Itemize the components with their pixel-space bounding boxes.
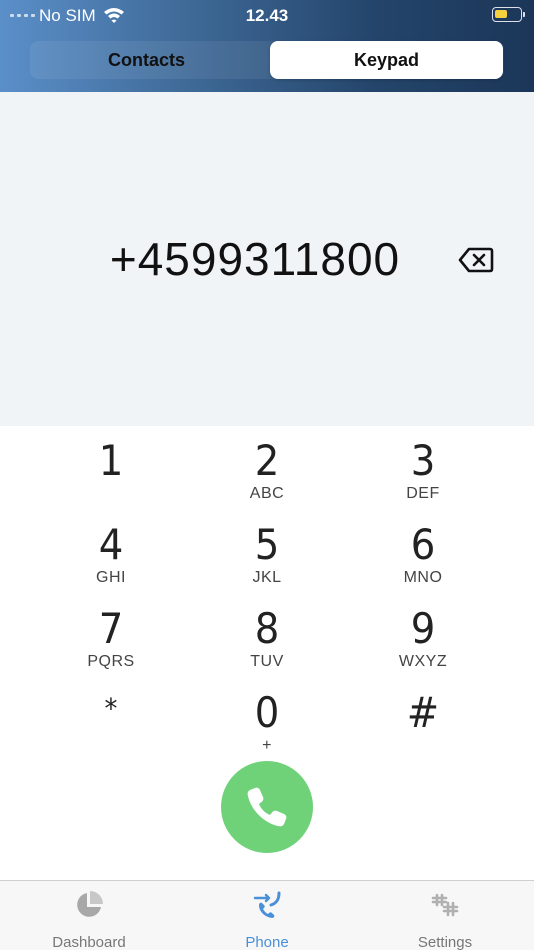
key-letters: + xyxy=(262,737,272,754)
key-4[interactable]: 4 GHI xyxy=(51,520,171,600)
number-display: +4599311800 xyxy=(0,92,534,426)
key-digit: 4 xyxy=(98,520,124,569)
phone-icon xyxy=(247,787,287,827)
key-letters: JKL xyxy=(252,569,282,586)
key-0[interactable]: 0 + xyxy=(207,688,327,768)
tab-label: Settings xyxy=(417,934,473,950)
tab-label: Phone xyxy=(245,934,289,950)
key-letters: DEF xyxy=(406,485,440,502)
key-letters: MNO xyxy=(403,569,443,586)
key-9[interactable]: 9 WXYZ xyxy=(363,604,483,684)
key-5[interactable]: 5 JKL xyxy=(207,520,327,600)
key-star[interactable]: * xyxy=(51,688,171,768)
settings-hash-icon xyxy=(431,893,459,917)
keypad: 1 2 ABC 3 DEF 4 GHI 5 JKL 6 MNO 7 PQRS 8… xyxy=(0,426,534,756)
key-hash[interactable]: # xyxy=(363,688,483,768)
key-6[interactable]: 6 MNO xyxy=(363,520,483,600)
key-letters: GHI xyxy=(96,569,126,586)
key-letters: TUV xyxy=(250,653,284,670)
key-3[interactable]: 3 DEF xyxy=(363,436,483,516)
key-digit: 5 xyxy=(254,520,280,569)
key-digit: 2 xyxy=(254,436,280,485)
key-letters: WXYZ xyxy=(398,653,448,670)
key-digit: 8 xyxy=(254,604,280,653)
key-8[interactable]: 8 TUV xyxy=(207,604,327,684)
key-digit: 1 xyxy=(98,436,124,485)
key-digit: 6 xyxy=(410,520,436,569)
pie-chart-icon xyxy=(77,891,103,917)
tab-bar: Dashboard Phone Settings xyxy=(0,880,534,950)
key-1[interactable]: 1 xyxy=(51,436,171,516)
tab-phone[interactable]: Phone xyxy=(178,881,356,950)
key-letters: PQRS xyxy=(87,653,135,670)
status-time: 12.43 xyxy=(245,6,289,25)
keypad-tab[interactable]: Keypad xyxy=(270,41,503,79)
tab-label: Dashboard xyxy=(52,934,126,950)
header: No SIM 12.43 Contacts Keypad xyxy=(0,0,534,92)
backspace-icon[interactable] xyxy=(458,247,494,273)
status-bar: No SIM 12.43 xyxy=(0,0,534,30)
key-digit: # xyxy=(406,688,440,737)
key-7[interactable]: 7 PQRS xyxy=(51,604,171,684)
key-digit: 9 xyxy=(410,604,436,653)
call-button[interactable] xyxy=(221,761,313,853)
key-letters: ABC xyxy=(249,485,285,502)
battery-icon xyxy=(492,7,525,22)
dialed-number: +4599311800 xyxy=(109,233,401,285)
key-digit: * xyxy=(104,692,118,725)
contacts-tab[interactable]: Contacts xyxy=(30,41,263,79)
tab-dashboard[interactable]: Dashboard xyxy=(0,881,178,950)
tab-settings[interactable]: Settings xyxy=(356,881,534,950)
key-digit: 3 xyxy=(410,436,436,485)
key-digit: 0 xyxy=(254,688,280,737)
phone-transfer-icon xyxy=(253,891,281,918)
key-digit: 7 xyxy=(98,604,124,653)
contacts-keypad-segmented-control: Contacts Keypad xyxy=(30,41,504,79)
key-2[interactable]: 2 ABC xyxy=(207,436,327,516)
